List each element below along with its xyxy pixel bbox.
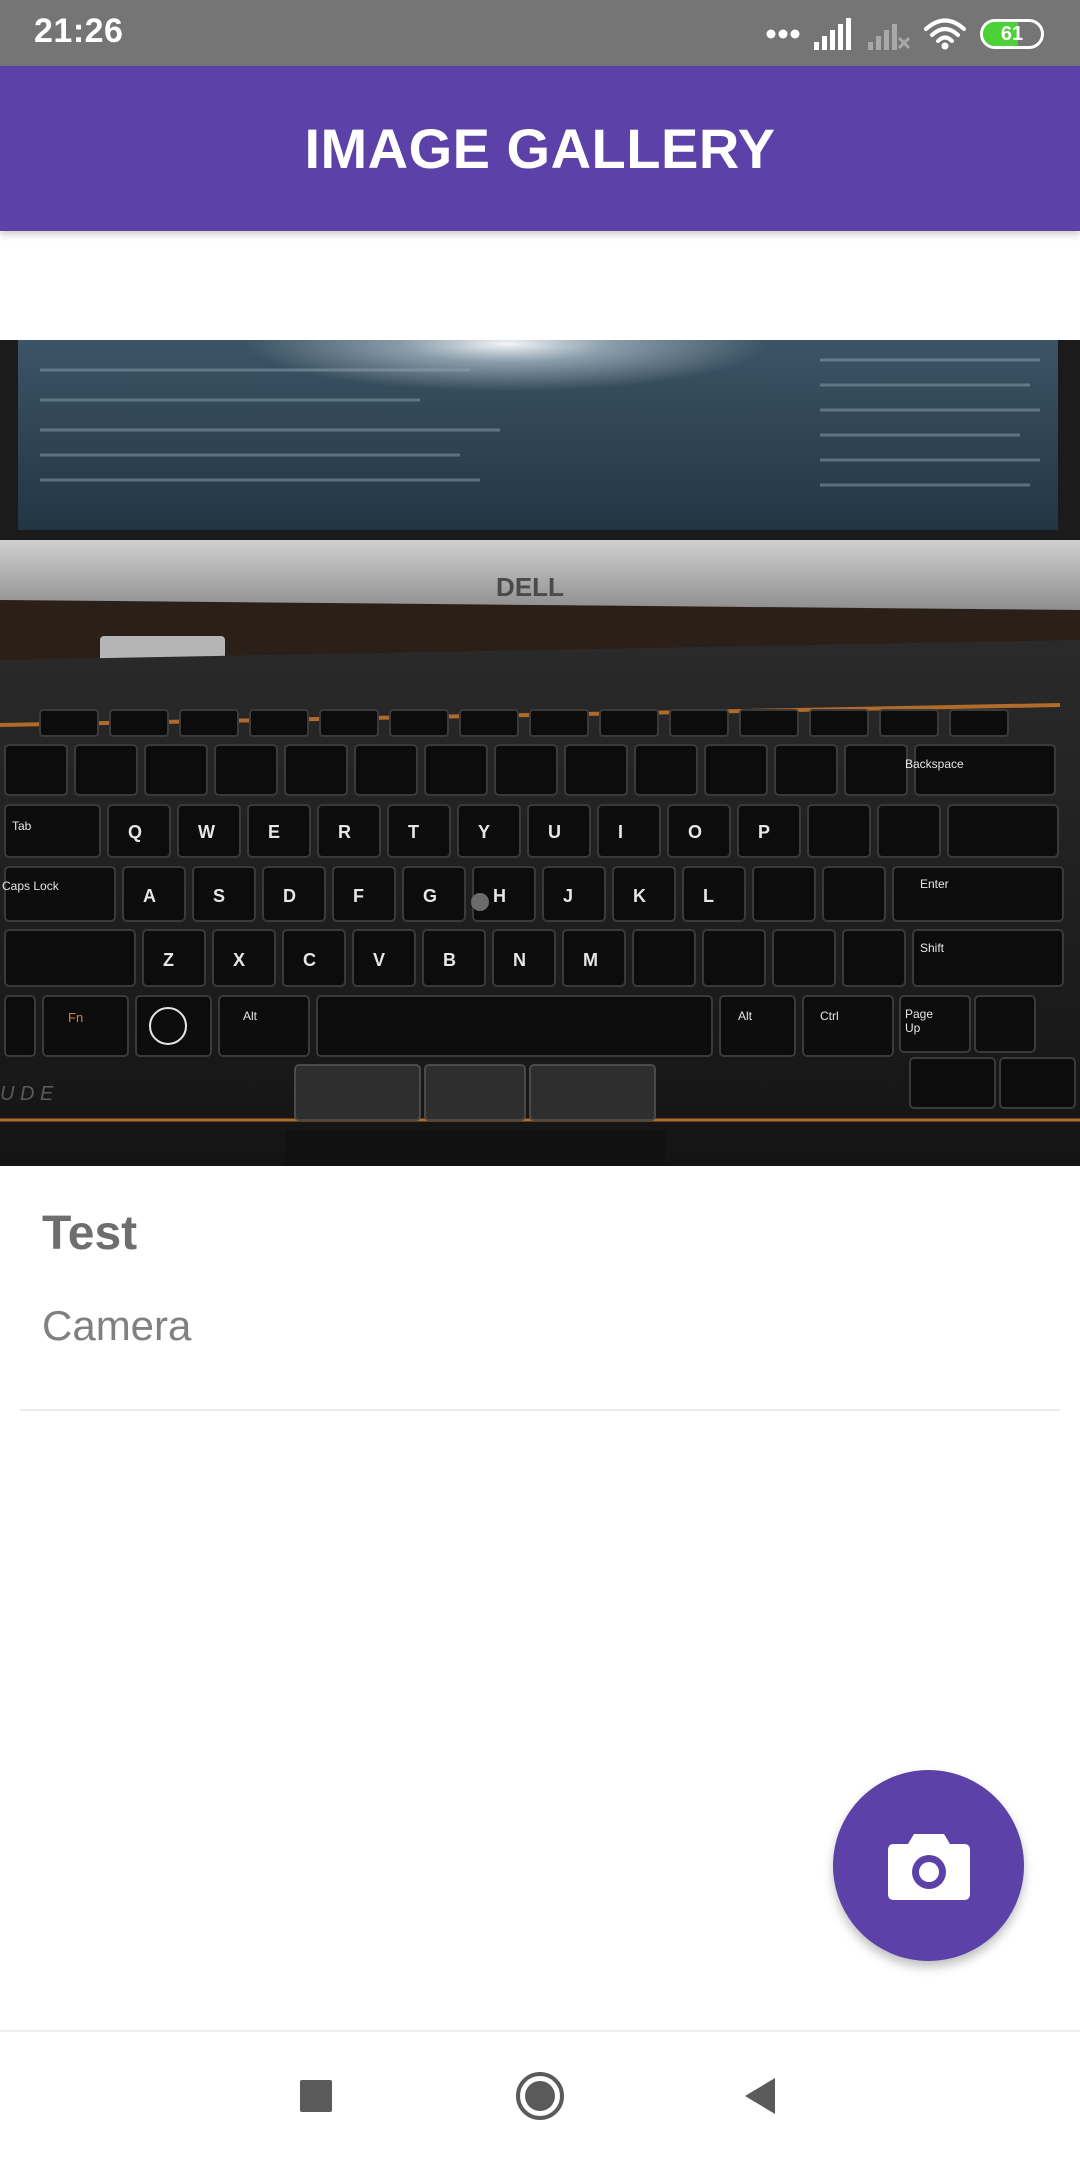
more-dots-icon: [766, 29, 800, 39]
back-button[interactable]: [700, 2032, 820, 2160]
svg-text:Z: Z: [163, 950, 174, 970]
svg-text:DELL: DELL: [496, 572, 564, 602]
svg-text:E: E: [268, 822, 280, 842]
home-circle-icon: [516, 2072, 564, 2120]
svg-text:T: T: [408, 822, 419, 842]
svg-text:Shift: Shift: [920, 941, 945, 955]
svg-text:Alt: Alt: [738, 1009, 753, 1023]
laptop-keyboard-photo: DELL Q W E R T Y U I O P A S D F G H J K…: [0, 340, 1080, 1166]
svg-text:H: H: [493, 886, 506, 906]
list-divider: [20, 1409, 1060, 1411]
status-icons: 61: [766, 14, 1044, 54]
screen: 21:26 61 IMAGE GALLERY DELL Q W E R T Y …: [0, 0, 1080, 2160]
svg-text:Page: Page: [905, 1007, 933, 1021]
svg-text:W: W: [198, 822, 215, 842]
svg-text:U D E: U D E: [0, 1083, 54, 1105]
svg-text:Fn: Fn: [68, 1010, 83, 1025]
svg-text:Y: Y: [478, 822, 490, 842]
svg-text:V: V: [373, 950, 385, 970]
wifi-icon: [924, 18, 966, 50]
svg-text:Caps Lock: Caps Lock: [2, 879, 60, 893]
svg-text:O: O: [688, 822, 702, 842]
svg-text:D: D: [283, 886, 296, 906]
svg-text:L: L: [703, 886, 714, 906]
svg-text:A: A: [143, 886, 156, 906]
svg-text:G: G: [423, 886, 437, 906]
svg-text:Ctrl: Ctrl: [820, 1009, 839, 1023]
app-bar: IMAGE GALLERY: [0, 66, 1080, 231]
svg-text:Alt: Alt: [243, 1009, 258, 1023]
svg-text:S: S: [213, 886, 225, 906]
svg-text:P: P: [758, 822, 770, 842]
svg-text:Q: Q: [128, 822, 142, 842]
svg-text:F: F: [353, 886, 364, 906]
recents-square-icon: [300, 2080, 332, 2112]
svg-text:Backspace: Backspace: [905, 757, 964, 771]
status-time: 21:26: [34, 12, 124, 50]
gallery-image[interactable]: DELL Q W E R T Y U I O P A S D F G H J K…: [0, 340, 1080, 1166]
svg-text:Tab: Tab: [12, 819, 32, 833]
back-triangle-icon: [745, 2078, 775, 2114]
svg-text:N: N: [513, 950, 526, 970]
status-bar: 21:26 61: [0, 0, 1080, 66]
recents-button[interactable]: [256, 2032, 376, 2160]
svg-text:R: R: [338, 822, 351, 842]
svg-text:K: K: [633, 886, 646, 906]
svg-text:Up: Up: [905, 1021, 921, 1035]
signal-icon: [814, 18, 851, 50]
item-subtitle: Camera: [42, 1302, 192, 1349]
svg-text:X: X: [233, 950, 245, 970]
battery-level: 61: [1000, 23, 1024, 45]
camera-icon: [887, 1833, 970, 1900]
svg-text:C: C: [303, 950, 316, 970]
battery-icon: 61: [980, 19, 1044, 49]
system-nav-bar: [0, 2030, 1080, 2160]
camera-fab-button[interactable]: [833, 1770, 1024, 1961]
signal-no-service-icon: [868, 24, 910, 50]
svg-text:B: B: [443, 950, 456, 970]
svg-text:U: U: [548, 822, 561, 842]
svg-text:I: I: [618, 822, 623, 842]
item-title[interactable]: Test: [42, 1206, 137, 1261]
app-title: IMAGE GALLERY: [304, 117, 776, 180]
svg-text:Enter: Enter: [920, 877, 949, 891]
svg-text:J: J: [563, 886, 573, 906]
home-button[interactable]: [480, 2032, 600, 2160]
svg-text:M: M: [583, 950, 598, 970]
